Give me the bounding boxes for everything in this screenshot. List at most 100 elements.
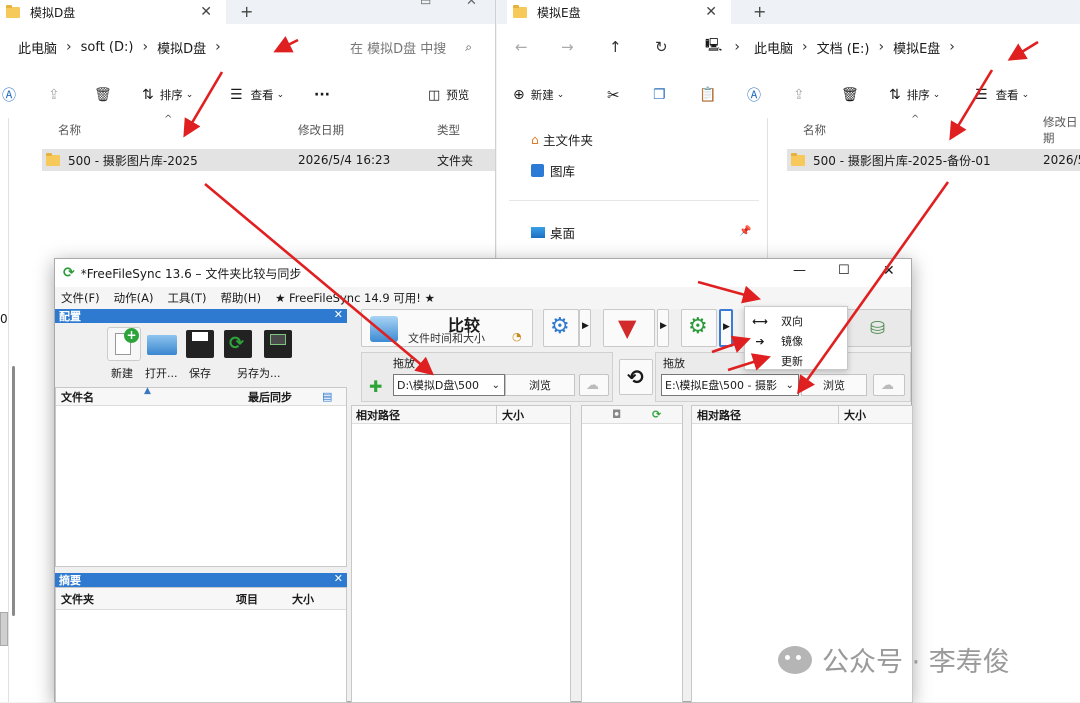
compare-button[interactable]: 比较 文件时间和大小 ◔ bbox=[361, 309, 533, 347]
menu-file[interactable]: 文件(F) bbox=[61, 290, 100, 306]
left-folder-input[interactable]: D:\模拟D盘\500 ⌄ bbox=[393, 374, 505, 396]
cut-icon[interactable]: ✂ bbox=[607, 86, 620, 104]
nav-home[interactable]: ⌂ 主文件夹 bbox=[531, 130, 593, 149]
col-size[interactable]: 大小 bbox=[292, 591, 314, 607]
col-modified[interactable]: 修改日期 bbox=[1043, 114, 1080, 146]
col-rel-path[interactable]: 相对路径 bbox=[356, 407, 400, 423]
menu-action[interactable]: 动作(A) bbox=[114, 290, 154, 306]
file-row[interactable]: 500 - 摄影图片库-2025 2026/5/4 16:23 文件夹 bbox=[42, 149, 495, 171]
synchronize-button[interactable]: ⛁ bbox=[845, 309, 911, 347]
menu-tools[interactable]: 工具(T) bbox=[167, 290, 206, 306]
compare-settings-button[interactable]: ⚙ bbox=[543, 309, 579, 347]
config-list[interactable]: 文件名 ▲ 最后同步 ▤ bbox=[55, 386, 347, 567]
paste-icon[interactable]: 📋 bbox=[699, 87, 716, 103]
col-name[interactable]: 名称 bbox=[58, 122, 81, 138]
col-name[interactable]: 名称 bbox=[803, 122, 826, 138]
sync-variant-dropdown[interactable]: ▶ bbox=[719, 309, 733, 347]
close-tab-icon[interactable]: ✕ bbox=[705, 4, 717, 20]
swap-sides-button[interactable]: ⟲ bbox=[619, 359, 653, 395]
sync-green-icon[interactable]: ⟳ bbox=[652, 408, 661, 421]
close-icon[interactable]: ✕ bbox=[466, 0, 477, 9]
breadcrumb-item[interactable]: 此电脑 bbox=[754, 38, 793, 57]
back-icon[interactable]: ← bbox=[515, 38, 528, 56]
filter-dropdown[interactable]: ▶ bbox=[657, 309, 669, 347]
col-type[interactable]: 类型 bbox=[437, 122, 460, 138]
close-icon[interactable]: ✕ bbox=[883, 263, 895, 279]
col-filename[interactable]: 文件名 bbox=[61, 389, 94, 405]
rename-icon[interactable]: Ⓐ bbox=[747, 85, 761, 105]
close-icon[interactable]: ✕ bbox=[334, 572, 343, 585]
col-modified[interactable]: 修改日期 bbox=[298, 122, 344, 138]
save-as-config-button[interactable]: ⟳ bbox=[221, 327, 255, 361]
menu-mirror[interactable]: ➔ 镜像 bbox=[745, 331, 847, 351]
close-tab-icon[interactable]: ✕ bbox=[200, 4, 212, 20]
delete-icon[interactable]: 🗑 bbox=[94, 87, 112, 103]
breadcrumb-item[interactable]: 模拟E盘 bbox=[893, 38, 940, 57]
right-breadcrumb[interactable]: 🖳 › 此电脑 › 文档 (E:) › 模拟E盘 › bbox=[693, 30, 1045, 64]
nav-gallery[interactable]: 图库 bbox=[531, 161, 575, 180]
sort-button[interactable]: ⇅ 排序 ⌄ bbox=[889, 87, 940, 103]
compare-dropdown[interactable]: ▶ bbox=[579, 309, 591, 347]
left-tab[interactable]: 模拟D盘 ✕ bbox=[0, 0, 226, 24]
share-icon[interactable]: ⇪ bbox=[48, 87, 60, 103]
breadcrumb-item[interactable]: 此电脑 bbox=[18, 38, 57, 57]
copy-icon[interactable]: ❐ bbox=[653, 87, 666, 103]
save-config-button[interactable] bbox=[183, 327, 217, 361]
view-button[interactable]: ☰ 查看 ⌄ bbox=[975, 87, 1029, 103]
up-icon[interactable]: ↑ bbox=[609, 38, 622, 56]
right-folder-input[interactable]: E:\模拟E盘\500 - 摄影 ⌄ bbox=[661, 374, 799, 396]
add-pair-icon[interactable]: ✚ bbox=[369, 377, 382, 396]
open-config-button[interactable] bbox=[145, 327, 179, 361]
menu-help[interactable]: 帮助(H) bbox=[220, 290, 261, 306]
col-folder[interactable]: 文件夹 bbox=[61, 591, 94, 607]
browse-left-button[interactable]: 浏览 bbox=[505, 374, 575, 396]
menu-update[interactable]: › 更新 bbox=[745, 351, 847, 371]
middle-action-grid[interactable]: ◘ ⟳ bbox=[581, 405, 683, 703]
col-size[interactable]: 大小 bbox=[502, 407, 524, 423]
preview-button[interactable]: ◫ 预览 bbox=[428, 87, 469, 103]
left-search-box[interactable]: 在 模拟D盘 中搜 ⌕ bbox=[336, 30, 484, 64]
new-tab-icon[interactable]: + bbox=[753, 2, 766, 21]
more-button[interactable]: ··· bbox=[314, 87, 330, 103]
new-config-button[interactable]: + bbox=[107, 327, 141, 361]
menu-update[interactable]: ★ FreeFileSync 14.9 可用! ★ bbox=[275, 290, 435, 306]
scroll-thumb[interactable] bbox=[0, 612, 8, 646]
menu-two-way[interactable]: ⟷ 双向 bbox=[745, 311, 847, 331]
file-row[interactable]: 500 - 摄影图片库-2025-备份-01 2026/5 bbox=[787, 149, 1080, 171]
col-rel-path[interactable]: 相对路径 bbox=[697, 407, 741, 423]
column-options-icon[interactable]: ▤ bbox=[322, 390, 332, 403]
maximize-icon[interactable]: ☐ bbox=[838, 263, 850, 278]
filter-button[interactable]: ▼ bbox=[603, 309, 655, 347]
new-tab-icon[interactable]: + bbox=[240, 2, 253, 21]
breadcrumb-item[interactable]: 模拟D盘 bbox=[157, 38, 206, 57]
browse-right-button[interactable]: 浏览 bbox=[801, 374, 867, 396]
share-icon[interactable]: ⇪ bbox=[793, 87, 805, 103]
delete-icon[interactable]: 🗑 bbox=[841, 87, 859, 103]
breadcrumb-item[interactable]: soft (D:) bbox=[81, 40, 134, 55]
col-items[interactable]: 项目 bbox=[236, 591, 258, 607]
minimize-icon[interactable]: ▭ bbox=[420, 0, 431, 8]
cloud-left-button[interactable]: ☁ bbox=[579, 374, 609, 396]
left-breadcrumb[interactable]: 此电脑 › soft (D:) › 模拟D盘 › bbox=[4, 30, 326, 64]
forward-icon[interactable]: → bbox=[561, 38, 574, 56]
scrollbar[interactable] bbox=[12, 366, 15, 616]
right-tab[interactable]: 模拟E盘 ✕ bbox=[507, 0, 731, 24]
col-size[interactable]: 大小 bbox=[844, 407, 866, 423]
breadcrumb-item[interactable]: 文档 (E:) bbox=[817, 38, 870, 57]
sort-button[interactable]: ⇅ 排序 ⌄ bbox=[142, 87, 193, 103]
new-button[interactable]: ⊕ 新建 ⌄ bbox=[513, 87, 564, 103]
sync-settings-button[interactable]: ⚙ bbox=[681, 309, 717, 347]
camera-icon[interactable]: ◘ bbox=[612, 408, 621, 421]
view-button[interactable]: ☰ 查看 ⌄ bbox=[230, 87, 284, 103]
summary-list[interactable]: 文件夹 项目 大小 bbox=[55, 587, 347, 703]
minimize-icon[interactable]: — bbox=[793, 263, 806, 278]
col-last-sync[interactable]: 最后同步 bbox=[248, 389, 292, 405]
cloud-right-button[interactable]: ☁ bbox=[873, 374, 905, 396]
refresh-icon[interactable]: ↻ bbox=[655, 38, 668, 56]
pin-icon[interactable]: 📌 bbox=[739, 226, 751, 237]
batch-config-button[interactable] bbox=[261, 327, 295, 361]
left-file-grid[interactable]: 相对路径 大小 bbox=[351, 405, 571, 703]
close-icon[interactable]: ✕ bbox=[334, 308, 343, 321]
nav-desktop[interactable]: 桌面 bbox=[531, 223, 575, 242]
rename-icon[interactable]: Ⓐ bbox=[2, 85, 16, 105]
